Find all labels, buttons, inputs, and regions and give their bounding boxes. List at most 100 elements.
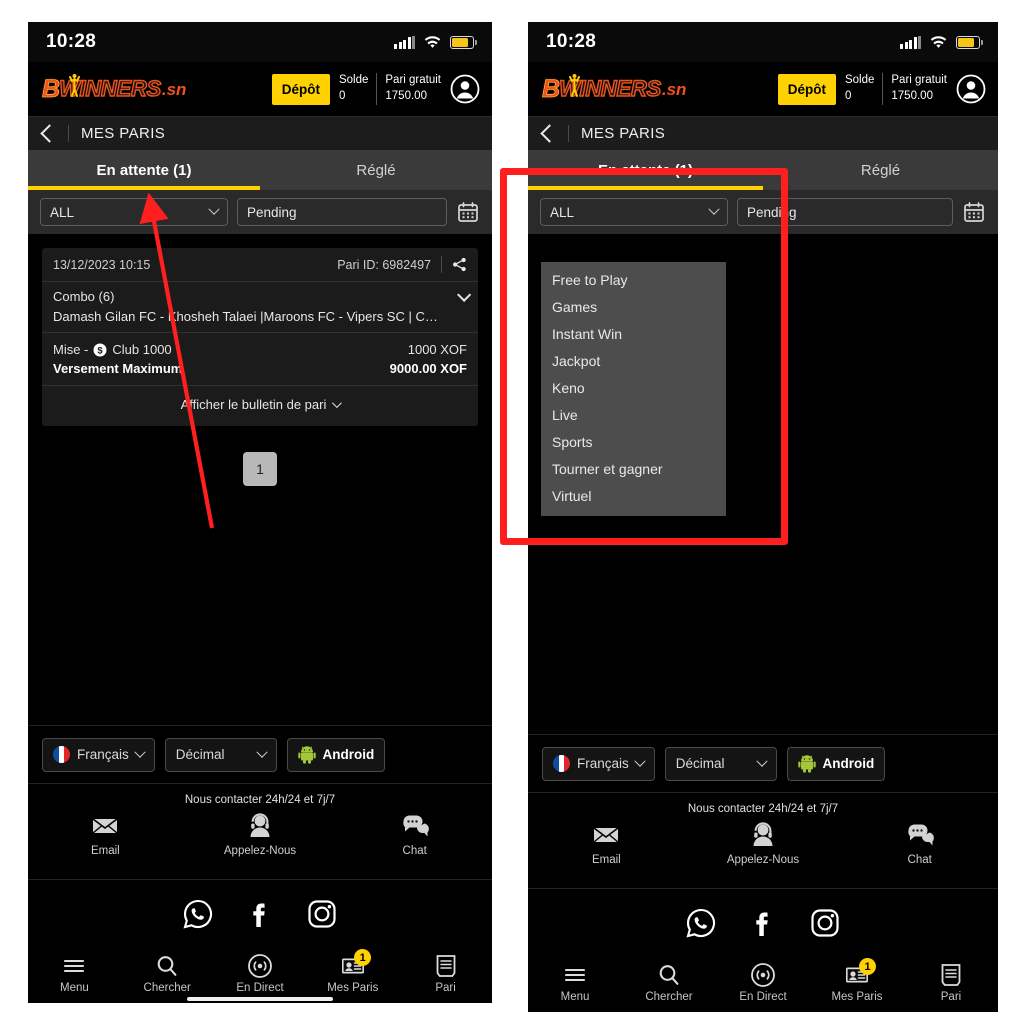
odds-format-select[interactable]: Décimal [664, 746, 777, 781]
dropdown-option[interactable]: Tourner et gagner [541, 455, 726, 482]
header-divider [68, 125, 69, 142]
dropdown-option[interactable]: Virtuel [541, 482, 726, 509]
nav-search[interactable]: Chercher [622, 962, 716, 1003]
facebook-icon[interactable] [747, 907, 779, 939]
category-select[interactable]: ALL [40, 198, 228, 226]
contact-items: Email Appelez-Nous Chat [28, 812, 492, 857]
chevron-down-icon[interactable] [457, 287, 472, 302]
facebook-icon[interactable] [244, 898, 276, 930]
language-select[interactable]: Français [542, 746, 655, 781]
whatsapp-icon[interactable] [182, 898, 214, 930]
language-select[interactable]: Français [42, 737, 155, 772]
logo-b-letter: B [542, 74, 561, 103]
nav-menu[interactable]: Menu [528, 962, 622, 1003]
social-links [528, 888, 998, 956]
contact-call[interactable]: Appelez-Nous [685, 821, 842, 866]
contact-email-label: Email [591, 854, 621, 866]
back-chevron-icon[interactable] [40, 124, 59, 143]
pagination-page-1[interactable]: 1 [243, 452, 277, 486]
dropdown-option[interactable]: Games [541, 293, 726, 320]
language-value: Français [577, 756, 629, 771]
status-bar: 10:28 [28, 22, 492, 62]
contact-email[interactable]: Email [28, 812, 183, 857]
calendar-icon[interactable] [962, 200, 986, 224]
tab-pending[interactable]: En attente (1) [528, 150, 763, 190]
nav-menu[interactable]: Menu [28, 953, 121, 994]
brand-logo[interactable]: B WINNERS .sn [542, 73, 686, 103]
bet-status-tabs: En attente (1) Réglé [528, 150, 998, 190]
android-app-button[interactable]: Android [786, 746, 886, 781]
account-avatar-icon[interactable] [450, 74, 480, 104]
nav-mybets[interactable]: 1 Mes Paris [306, 949, 399, 994]
bet-date: 13/12/2023 10:15 [53, 257, 151, 272]
tab-active-underline [528, 186, 763, 190]
france-flag-icon [53, 746, 70, 763]
search-icon [154, 953, 180, 979]
status-input[interactable]: Pending [237, 198, 447, 226]
contact-section: Nous contacter 24h/24 et 7j/7 Email Appe… [528, 792, 998, 888]
brand-logo[interactable]: B WINNERS .sn [42, 73, 186, 102]
instagram-icon[interactable] [809, 907, 841, 939]
dropdown-option[interactable]: Free to Play [541, 266, 726, 293]
dropdown-option[interactable]: Sports [541, 428, 726, 455]
whatsapp-icon[interactable] [685, 907, 717, 939]
tab-settled[interactable]: Réglé [260, 150, 492, 190]
bet-card[interactable]: 13/12/2023 10:15 Pari ID: 6982497 Combo … [42, 248, 478, 426]
bet-card-amounts: Mise - $ Club 1000 1000 XOF Versement Ma… [42, 333, 478, 386]
nav-mybets[interactable]: 1 Mes Paris [810, 958, 904, 1003]
page-header: MES PARIS [28, 116, 492, 150]
page-title: MES PARIS [81, 125, 166, 142]
combo-row[interactable]: Combo (6) [53, 287, 472, 304]
chevron-down-icon [634, 755, 646, 767]
contact-email[interactable]: Email [528, 821, 685, 866]
show-betslip-button[interactable]: Afficher le bulletin de pari [181, 397, 343, 412]
dropdown-option[interactable]: Instant Win [541, 320, 726, 347]
nav-live[interactable]: En Direct [214, 953, 307, 994]
calendar-icon[interactable] [456, 200, 480, 224]
account-avatar-icon[interactable] [956, 74, 986, 104]
category-select[interactable]: ALL [540, 198, 728, 226]
odds-format-value: Décimal [175, 747, 225, 762]
odds-format-select[interactable]: Décimal [164, 737, 277, 772]
dropdown-option[interactable]: Live [541, 401, 726, 428]
deposit-button[interactable]: Dépôt [777, 73, 836, 105]
nav-live-label: En Direct [236, 982, 284, 994]
social-links [28, 879, 492, 947]
contact-chat-label: Chat [907, 854, 932, 866]
deposit-button[interactable]: Dépôt [271, 73, 330, 105]
nav-search[interactable]: Chercher [121, 953, 214, 994]
back-chevron-icon[interactable] [540, 124, 559, 143]
status-input-value: Pending [247, 204, 297, 220]
signal-bars-icon [394, 35, 415, 49]
category-dropdown-menu[interactable]: Free to Play Games Instant Win Jackpot Keno L… [541, 262, 726, 516]
bet-id: Pari ID: 6982497 [337, 257, 431, 272]
dropdown-option[interactable]: Keno [541, 374, 726, 401]
logo-figure-icon [569, 72, 580, 98]
android-app-button[interactable]: Android [286, 737, 386, 772]
divider [441, 256, 442, 273]
status-time: 10:28 [46, 31, 97, 52]
nav-betslip[interactable]: Pari [904, 962, 998, 1003]
contact-title: Nous contacter 24h/24 et 7j/7 [687, 803, 839, 815]
share-icon[interactable] [452, 257, 467, 272]
bet-card-header: 13/12/2023 10:15 Pari ID: 6982497 [42, 248, 478, 282]
contact-chat[interactable]: Chat [841, 821, 998, 866]
contact-call[interactable]: Appelez-Nous [183, 812, 338, 857]
bet-selections-text: Damash Gilan FC - Khosheh Talaei |Maroon… [53, 309, 438, 324]
nav-mybets-label: Mes Paris [831, 991, 883, 1003]
nav-betslip[interactable]: Pari [399, 953, 492, 994]
pagination: 1 [28, 452, 492, 486]
stake-label: Mise - [53, 342, 89, 357]
nav-live[interactable]: En Direct [716, 962, 810, 1003]
instagram-icon[interactable] [306, 898, 338, 930]
dropdown-option[interactable]: Jackpot [541, 347, 726, 374]
tab-pending[interactable]: En attente (1) [28, 150, 260, 190]
nav-betslip-label: Pari [435, 982, 456, 994]
bet-card-combo-section: Combo (6) Damash Gilan FC - Khosheh Tala… [42, 282, 478, 333]
status-input[interactable]: Pending [737, 198, 953, 226]
nav-search-label: Chercher [143, 982, 191, 994]
contact-chat[interactable]: Chat [337, 812, 492, 857]
contact-section: Nous contacter 24h/24 et 7j/7 Email Appe… [28, 783, 492, 879]
tab-settled[interactable]: Réglé [763, 150, 998, 190]
chat-bubbles-icon [906, 821, 934, 849]
